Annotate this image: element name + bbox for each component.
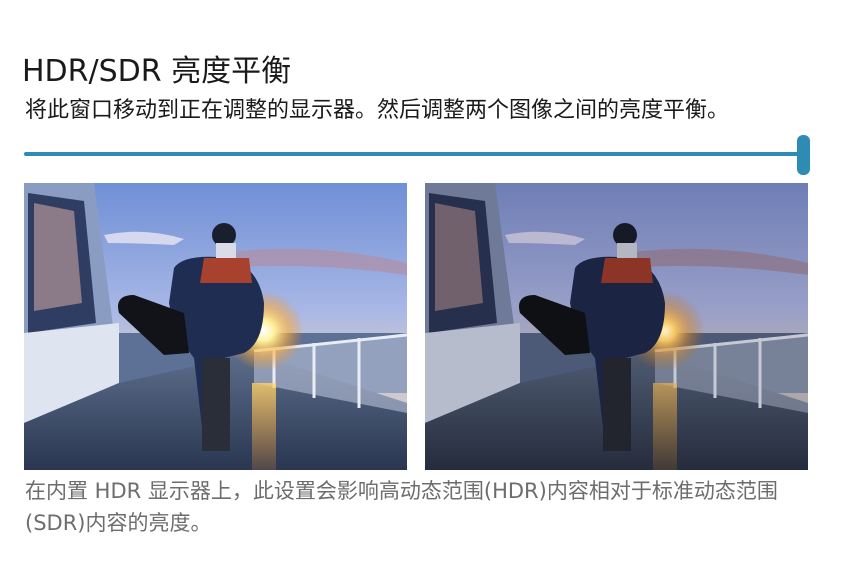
brightness-balance-slider[interactable]: [24, 134, 810, 178]
hdr-description-text: 在内置 HDR 显示器上，此设置会影响高动态范围(HDR)内容相对于标准动态范围…: [25, 479, 778, 535]
slider-track[interactable]: [24, 152, 804, 156]
page-title: HDR/SDR 亮度平衡: [22, 54, 292, 89]
hdr-sample-photo: [24, 183, 407, 470]
sdr-sample-photo: [425, 183, 808, 470]
slider-thumb[interactable]: [797, 135, 810, 175]
instruction-text: 将此窗口移动到正在调整的显示器。然后调整两个图像之间的亮度平衡。: [25, 98, 730, 123]
